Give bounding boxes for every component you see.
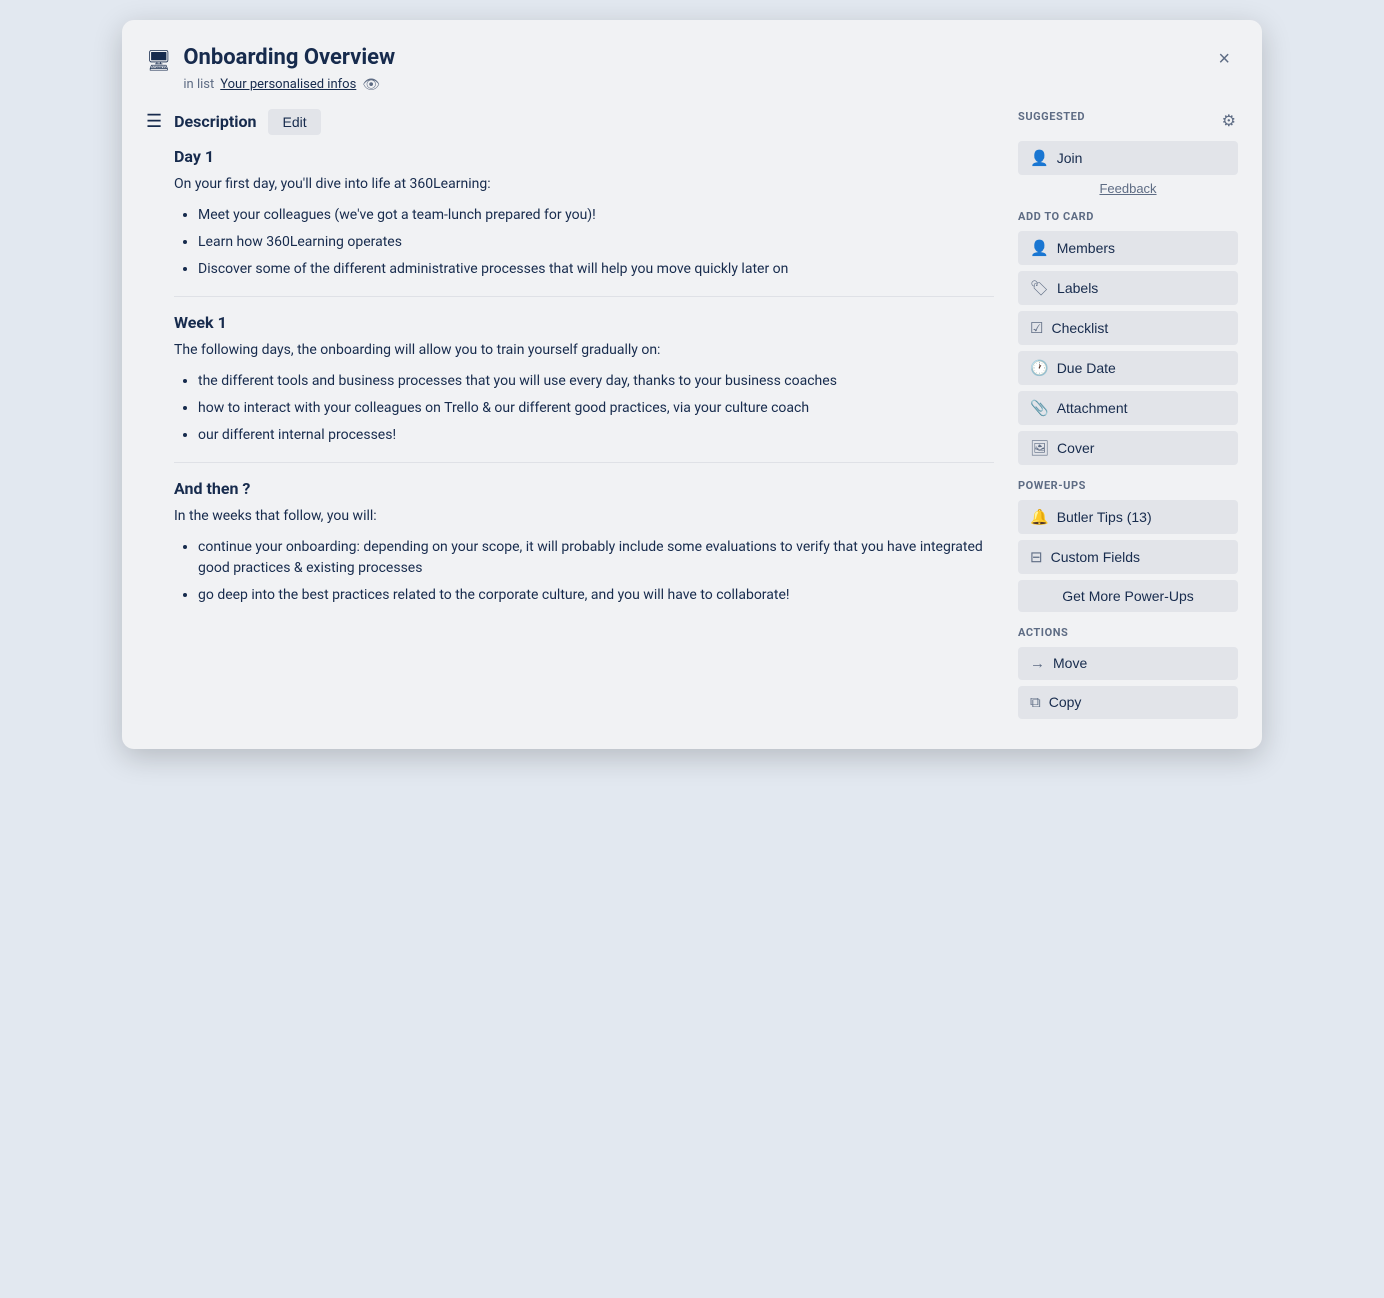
list-item: Discover some of the different administr…	[198, 259, 994, 280]
butler-tips-label: Butler Tips (13)	[1057, 509, 1152, 525]
cover-button[interactable]: 🖼 Cover	[1018, 431, 1238, 465]
custom-fields-button[interactable]: ⊟ Custom Fields	[1018, 540, 1238, 574]
attachment-label: Attachment	[1057, 400, 1128, 416]
description-header: ☰ Description Edit	[146, 109, 994, 135]
add-to-card-label: ADD TO CARD	[1018, 210, 1238, 223]
close-button[interactable]: ×	[1210, 44, 1238, 75]
list-item: continue your onboarding: depending on y…	[198, 537, 994, 579]
description-title: Description	[174, 112, 256, 131]
labels-button[interactable]: 🏷 Labels	[1018, 271, 1238, 305]
list-item: Meet your colleagues (we've got a team-l…	[198, 205, 994, 226]
butler-tips-button[interactable]: 🔔 Butler Tips (13)	[1018, 500, 1238, 534]
label-icon: 🏷	[1030, 279, 1049, 297]
edit-button[interactable]: Edit	[268, 109, 320, 135]
divider-2	[174, 462, 994, 463]
modal-title: Onboarding Overview	[183, 44, 1238, 73]
modal-container: 🖥 Onboarding Overview in list Your perso…	[122, 20, 1262, 749]
checklist-button[interactable]: ☑ Checklist	[1018, 311, 1238, 345]
person-icon: 👤	[1030, 149, 1049, 167]
eye-icon: 👁	[362, 77, 380, 93]
attachment-button[interactable]: 📎 Attachment	[1018, 391, 1238, 425]
paperclip-icon: 📎	[1030, 399, 1049, 417]
clock-icon: 🕐	[1030, 359, 1049, 377]
members-button[interactable]: 👤 Members	[1018, 231, 1238, 265]
description-content: Day 1 On your first day, you'll dive int…	[146, 147, 994, 606]
checklist-label: Checklist	[1051, 320, 1108, 336]
card-icon: 🖥	[146, 48, 171, 72]
join-button[interactable]: 👤 Join	[1018, 141, 1238, 175]
list-item: how to interact with your colleagues on …	[198, 398, 994, 419]
modal-header: 🖥 Onboarding Overview in list Your perso…	[146, 44, 1238, 93]
copy-button[interactable]: ⧉ Copy	[1018, 686, 1238, 719]
list-item: the different tools and business process…	[198, 371, 994, 392]
subtitle-prefix: in list	[183, 77, 214, 92]
section-title-day1: Day 1	[174, 147, 994, 166]
suggested-label: SUGGESTED	[1018, 110, 1085, 123]
arrow-right-icon: →	[1030, 655, 1045, 672]
modal-body: ☰ Description Edit Day 1 On your first d…	[146, 109, 1238, 725]
due-date-label: Due Date	[1057, 360, 1116, 376]
move-button[interactable]: → Move	[1018, 647, 1238, 680]
main-content: ☰ Description Edit Day 1 On your first d…	[146, 109, 994, 725]
get-more-power-ups-button[interactable]: Get More Power-Ups	[1018, 580, 1238, 612]
section-intro-andthen: In the weeks that follow, you will:	[174, 506, 994, 527]
bullets-week1: the different tools and business process…	[174, 371, 994, 446]
cover-label: Cover	[1057, 440, 1094, 456]
fields-icon: ⊟	[1030, 548, 1043, 566]
list-item: Learn how 360Learning operates	[198, 232, 994, 253]
section-title-week1: Week 1	[174, 313, 994, 332]
modal-subtitle: in list Your personalised infos 👁	[183, 77, 1238, 93]
copy-label: Copy	[1049, 694, 1082, 710]
title-area: Onboarding Overview in list Your persona…	[183, 44, 1238, 93]
sidebar: SUGGESTED ⚙ 👤 Join Feedback ADD TO CARD …	[1018, 109, 1238, 725]
checklist-icon: ☑	[1030, 319, 1043, 337]
gear-button[interactable]: ⚙	[1220, 109, 1238, 133]
members-label: Members	[1057, 240, 1115, 256]
list-item: our different internal processes!	[198, 425, 994, 446]
bullets-day1: Meet your colleagues (we've got a team-l…	[174, 205, 994, 280]
power-ups-label: POWER-UPS	[1018, 479, 1238, 492]
butler-icon: 🔔	[1030, 508, 1049, 526]
section-title-andthen: And then ?	[174, 479, 994, 498]
section-intro-day1: On your first day, you'll dive into life…	[174, 174, 994, 195]
divider-1	[174, 296, 994, 297]
bullets-andthen: continue your onboarding: depending on y…	[174, 537, 994, 606]
labels-label: Labels	[1057, 280, 1098, 296]
description-icon: ☰	[146, 111, 162, 132]
cover-icon: 🖼	[1030, 439, 1049, 457]
suggested-header: SUGGESTED ⚙	[1018, 109, 1238, 133]
join-label: Join	[1057, 150, 1083, 166]
section-intro-week1: The following days, the onboarding will …	[174, 340, 994, 361]
actions-label: ACTIONS	[1018, 626, 1238, 639]
due-date-button[interactable]: 🕐 Due Date	[1018, 351, 1238, 385]
feedback-button[interactable]: Feedback	[1018, 181, 1238, 196]
move-label: Move	[1053, 655, 1087, 671]
list-item: go deep into the best practices related …	[198, 585, 994, 606]
list-link[interactable]: Your personalised infos	[220, 77, 356, 92]
members-icon: 👤	[1030, 239, 1049, 257]
custom-fields-label: Custom Fields	[1051, 549, 1140, 565]
copy-icon: ⧉	[1030, 694, 1041, 711]
